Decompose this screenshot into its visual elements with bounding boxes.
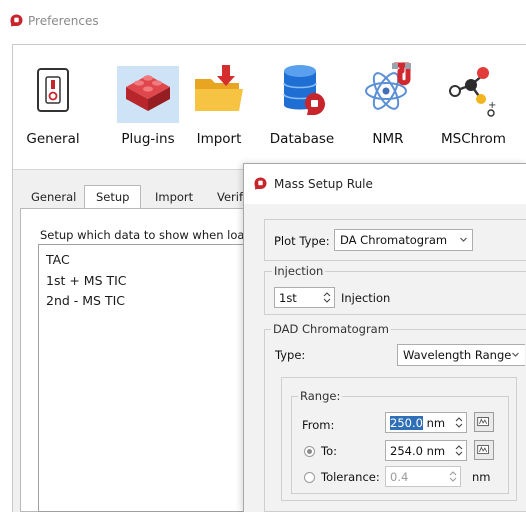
toolbar-mschrom-button[interactable]: + MSChrom: [441, 61, 506, 159]
tab-setup[interactable]: Setup: [96, 187, 129, 208]
preferences-toolbar: General Plug-ins Import Database NMR + M…: [12, 44, 526, 170]
tab-general[interactable]: General: [31, 187, 76, 208]
injection-spinbox[interactable]: 1st: [274, 287, 335, 308]
to-value: 254.0 nm: [390, 444, 446, 458]
tab-import[interactable]: Import: [155, 187, 193, 208]
chevron-down-icon: [460, 237, 467, 242]
list-item[interactable]: 1st + MS TIC: [46, 273, 127, 288]
toolbar-database-label: Database: [269, 131, 335, 147]
type-value: Wavelength Range: [403, 348, 512, 362]
atom-magnet-icon: [365, 62, 411, 110]
dad-group-title: DAD Chromatogram: [271, 322, 391, 336]
lego-brick-icon: [126, 75, 170, 111]
spin-arrows-icon[interactable]: [449, 469, 457, 484]
preferences-title: Preferences: [28, 14, 99, 28]
chevron-down-icon: [512, 352, 519, 357]
spectrum-pick-icon: [477, 417, 489, 427]
from-spinbox[interactable]: 250.0 nm: [385, 412, 467, 433]
dialog-logo-icon: [254, 177, 267, 190]
switch-icon: [37, 68, 69, 112]
from-unit: nm: [426, 416, 446, 430]
tolerance-radio[interactable]: [304, 472, 315, 483]
plot-type-value: DA Chromatogram: [340, 233, 448, 247]
toolbar-plugins-button[interactable]: Plug-ins: [105, 61, 191, 159]
tolerance-label: Tolerance:: [321, 470, 380, 484]
from-label: From:: [302, 418, 335, 432]
to-radio[interactable]: [304, 446, 315, 457]
list-item[interactable]: 2nd - MS TIC: [46, 293, 125, 308]
toolbar-general-button[interactable]: General: [23, 61, 83, 159]
tolerance-spinbox[interactable]: 0.4: [385, 466, 461, 487]
to-spinbox[interactable]: 254.0 nm: [385, 440, 467, 461]
from-pick-button[interactable]: [474, 412, 494, 432]
type-select[interactable]: Wavelength Range: [397, 344, 525, 366]
spin-arrows-icon[interactable]: [455, 443, 463, 458]
spin-arrows-icon[interactable]: [323, 290, 331, 305]
plot-type-label: Plot Type:: [274, 234, 330, 248]
injection-group-title: Injection: [272, 264, 326, 278]
range-group-title: Range:: [298, 389, 343, 403]
tolerance-value: 0.4: [390, 470, 409, 484]
to-pick-button[interactable]: [474, 440, 494, 460]
app-logo-icon: [10, 14, 23, 27]
toolbar-database-button[interactable]: Database: [267, 61, 337, 159]
tolerance-unit: nm: [472, 470, 491, 484]
toolbar-import-label: Import: [196, 131, 242, 147]
plot-type-select[interactable]: DA Chromatogram: [334, 229, 473, 251]
injection-value: 1st: [279, 291, 297, 305]
type-label: Type:: [275, 348, 306, 362]
molecule-icon: +: [449, 67, 496, 117]
from-value: 250.0: [390, 416, 423, 430]
folder-import-icon: [195, 65, 243, 111]
injection-label: Injection: [341, 291, 391, 305]
svg-text:+: +: [488, 100, 496, 111]
toolbar-nmr-label: NMR: [372, 131, 404, 147]
toolbar-general-label: General: [26, 131, 80, 147]
spin-arrows-icon[interactable]: [455, 415, 463, 430]
dialog-title: Mass Setup Rule: [274, 177, 373, 191]
toolbar-nmr-button[interactable]: NMR: [363, 61, 413, 159]
setup-description: Setup which data to show when loading: [40, 228, 248, 242]
toolbar-mschrom-label: MSChrom: [441, 131, 506, 147]
database-icon: [283, 65, 325, 115]
toolbar-import-button[interactable]: Import: [189, 61, 249, 159]
toolbar-plugins-label: Plug-ins: [121, 131, 175, 147]
spectrum-pick-icon: [477, 445, 489, 455]
list-item[interactable]: TAC: [46, 252, 70, 267]
to-label: To:: [321, 444, 337, 458]
